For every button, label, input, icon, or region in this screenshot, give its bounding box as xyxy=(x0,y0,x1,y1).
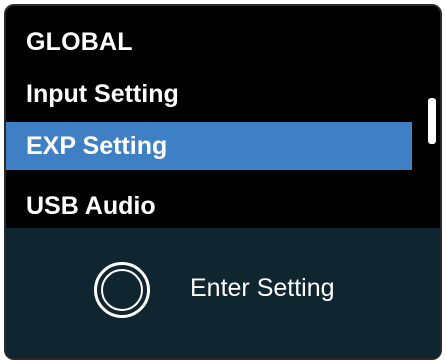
menu-item-label: EXP Setting xyxy=(26,132,168,160)
rotary-knob-icon xyxy=(94,262,150,318)
menu-title: GLOBAL xyxy=(26,28,133,56)
menu-item-label: USB Audio xyxy=(26,192,156,220)
menu-item-exp-setting[interactable]: EXP Setting xyxy=(6,122,412,170)
device-screen: GLOBAL Input Setting EXP Setting USB Aud… xyxy=(4,4,442,360)
menu-item-usb-audio[interactable]: USB Audio xyxy=(6,182,412,230)
footer-action-bar[interactable]: Enter Setting xyxy=(6,228,440,358)
menu-item-input-setting[interactable]: Input Setting xyxy=(6,70,412,118)
enter-setting-label: Enter Setting xyxy=(190,274,335,302)
menu-item-label: Input Setting xyxy=(26,80,179,108)
global-menu: GLOBAL Input Setting EXP Setting USB Aud… xyxy=(6,6,440,228)
scrollbar[interactable] xyxy=(428,98,436,144)
